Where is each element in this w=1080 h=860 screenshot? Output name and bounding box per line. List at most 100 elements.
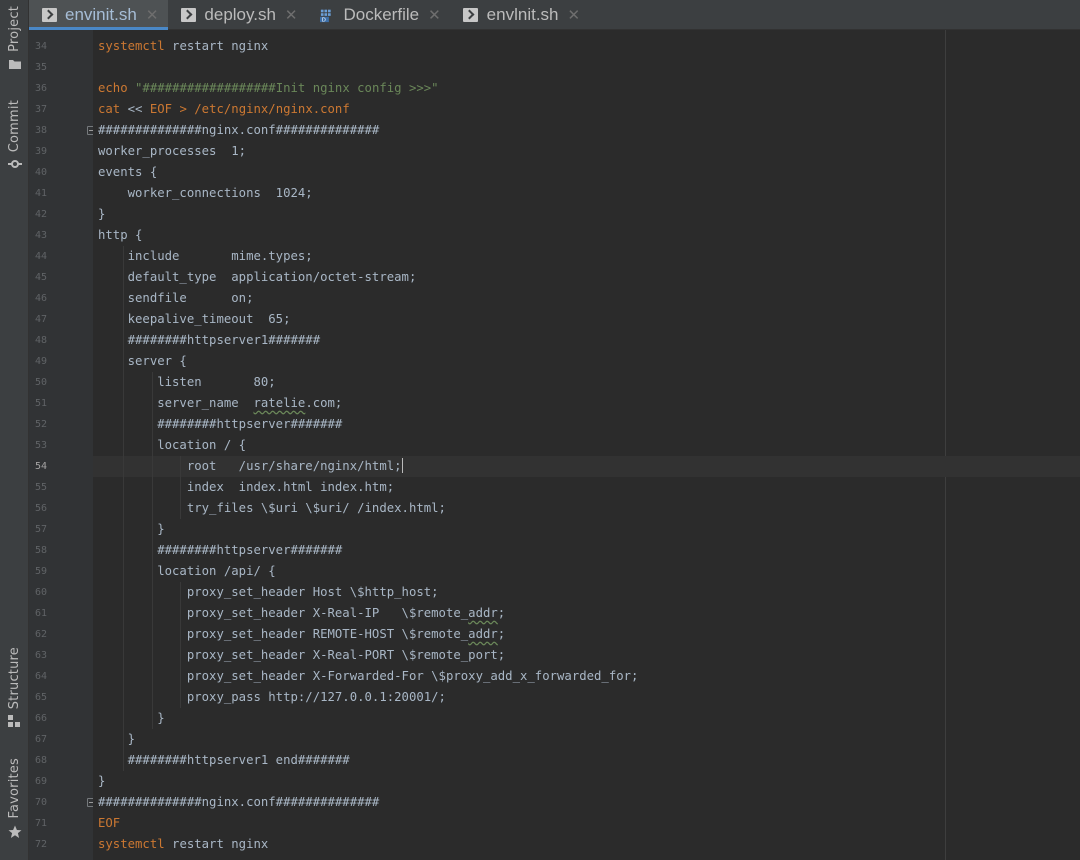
code-line: proxy_set_header X-Real-IP \$remote_addr… [98,603,505,624]
keyword-token: EOF [98,816,121,830]
docker-icon: D [319,7,336,23]
string-token: "##################Init nginx config >>>… [135,81,439,95]
line-number: 50 [34,377,47,388]
line-number-gutter[interactable]: 34 35 36 37 38 39 40 41 42 43 44 45 46 47 48 49 50 51 52 53… [29,30,96,860]
shell-script-icon [41,7,57,22]
line-number: 49 [34,356,47,367]
line-number: 51 [34,398,47,409]
code-token: restart nginx [164,39,269,53]
code-token: } [98,774,106,788]
code-line: proxy_set_header X-Forwarded-For \$proxy… [98,666,639,687]
tab-envinit-sh[interactable]: envinit.sh ✕ [29,0,169,30]
code-line: default_type application/octet-stream; [98,267,417,288]
code-token: server_name [98,396,254,410]
line-number: 54 [34,461,47,472]
line-number: 62 [34,629,47,640]
line-number: 45 [34,272,47,283]
line-number: 72 [34,839,47,850]
code-token: proxy_set_header X-Real-IP \$remote_ [98,606,469,620]
tab-envlnit-sh[interactable]: envlnit.sh ✕ [451,0,590,29]
code-token: events { [98,165,158,179]
code-token: proxy_set_header X-Forwarded-For \$proxy… [98,669,639,683]
line-number: 58 [34,545,47,556]
line-number: 38 [34,125,47,136]
structure-icon [8,715,21,731]
line-number: 56 [34,503,47,514]
line-number: 35 [34,62,47,73]
code-line: } [98,729,135,750]
code-token: try_files \$uri \$uri/ /index.html; [98,501,446,515]
code-token: http { [98,228,143,242]
commit-icon [7,158,22,174]
code-token: proxy_set_header X-Real-PORT \$remote_po… [98,648,506,662]
star-icon [8,825,22,843]
commit-tool-button[interactable]: Commit [0,100,29,174]
code-line: ########httpserver####### [98,414,342,435]
project-tool-button[interactable]: Project [0,6,29,74]
code-line: worker_processes 1; [98,141,246,162]
spell-warning-token: addr [468,627,498,641]
code-token: listen 80; [98,375,276,389]
favorites-tool-button[interactable]: Favorites [0,758,29,843]
folder-icon [8,58,22,74]
close-icon[interactable]: ✕ [146,6,159,24]
code-editor[interactable]: systemctl restart nginx echo "###########… [93,30,1080,860]
close-icon[interactable]: ✕ [285,6,298,24]
code-line: EOF [98,813,120,834]
line-number: 53 [34,440,47,451]
code-line: events { [98,162,157,183]
right-margin-guide [945,30,946,860]
code-token: } [98,732,136,746]
line-number: 47 [34,314,47,325]
close-icon[interactable]: ✕ [428,6,441,24]
commit-tool-label: Commit [7,100,22,153]
line-number: 57 [34,524,47,535]
tab-deploy-sh[interactable]: deploy.sh ✕ [168,0,307,29]
code-line: server { [98,351,187,372]
line-number: 67 [34,734,47,745]
keyword-token: systemctl [98,39,165,53]
code-line: } [98,771,105,792]
code-line: systemctl restart nginx [98,36,268,57]
code-token: server { [98,354,187,368]
line-number: 34 [34,41,47,52]
line-number: 41 [34,188,47,199]
tab-dockerfile[interactable]: D Dockerfile ✕ [308,0,451,29]
code-token: index index.html index.htm; [98,480,395,494]
code-line: root /usr/share/nginx/html; [98,456,403,477]
code-token: ########httpserver1####### [98,333,321,347]
code-token: } [98,711,165,725]
code-line: proxy_set_header Host \$http_host; [98,582,439,603]
tool-window-strip: Project Commit Structure Favorites [0,0,29,860]
close-icon[interactable]: ✕ [568,6,581,24]
shell-script-icon [463,7,479,22]
line-number: 37 [34,104,47,115]
code-line: ########httpserver1####### [98,330,321,351]
code-line: proxy_pass http://127.0.0.1:20001/; [98,687,446,708]
line-number: 64 [34,671,47,682]
line-number: 43 [34,230,47,241]
line-number: 71 [34,818,47,829]
line-number: 68 [34,755,47,766]
code-token: ########httpserver####### [98,543,343,557]
editor-tab-bar: envinit.sh ✕ deploy.sh ✕ D Dockerfile ✕ … [29,0,1080,30]
favorites-tool-label: Favorites [7,758,22,819]
code-token: } [98,207,106,221]
code-token: sendfile on; [98,291,254,305]
line-number: 66 [34,713,47,724]
code-line: systemctl restart nginx [98,834,268,855]
line-number: 70 [34,797,47,808]
line-number: 36 [34,83,47,94]
code-token: ##############nginx.conf############## [98,795,380,809]
structure-tool-button[interactable]: Structure [0,647,29,731]
code-line: location / { [98,435,246,456]
code-token: } [98,522,165,536]
code-line: } [98,519,165,540]
code-line: ########httpserver1 end####### [98,750,350,771]
keyword-token: systemctl [98,837,165,851]
code-token: worker_connections 1024; [98,186,313,200]
code-token: proxy_set_header REMOTE-HOST \$remote_ [98,627,469,641]
code-token: ; [497,627,506,641]
keyword-token: > /etc/nginx/nginx.conf [172,102,350,116]
